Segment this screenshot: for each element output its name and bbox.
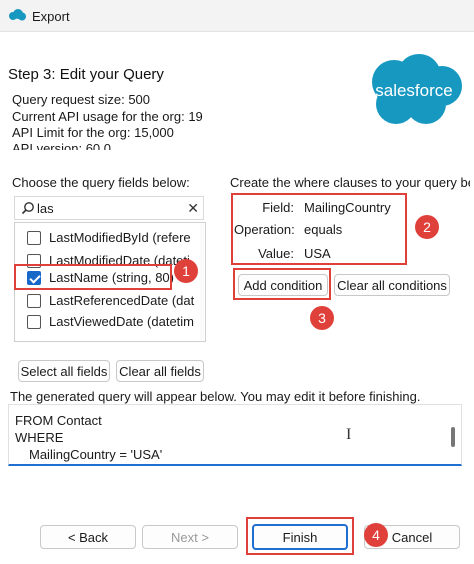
field-checkbox[interactable] [27, 294, 41, 308]
text-cursor-icon: I [346, 426, 352, 443]
value-input[interactable]: USA [302, 244, 464, 264]
field-checkbox-checked[interactable] [27, 271, 41, 285]
info-api-version: API version: 60.0 [12, 141, 111, 150]
logo-text: salesforce [375, 81, 452, 100]
finish-button[interactable]: Finish [252, 524, 348, 550]
field-checkbox[interactable] [27, 315, 41, 329]
field-item-label: LastModifiedById (refere [49, 230, 191, 245]
fields-panel-label: Choose the query fields below: [12, 175, 190, 190]
query-line: WHERE [15, 430, 64, 445]
query-line: FROM Contact [15, 413, 102, 428]
annotation-badge-3: 3 [310, 306, 334, 330]
field-item-lastreferenceddate[interactable]: LastReferencedDate (dat [23, 290, 201, 312]
field-list[interactable]: LastModifiedById (refere LastModifiedDat… [14, 222, 206, 342]
annotation-badge-1: 1 [174, 259, 198, 283]
field-item-lastvieweddate[interactable]: LastViewedDate (datetim [23, 311, 201, 333]
field-item-label: LastName (string, 80) [49, 270, 174, 285]
field-item-label: LastModifiedDate (dateti [49, 253, 190, 268]
value-text: USA [304, 246, 331, 261]
field-checkbox[interactable] [27, 254, 41, 268]
info-api-usage: Current API usage for the org: 19 [12, 109, 203, 124]
field-search-input[interactable] [37, 200, 187, 217]
search-icon [21, 202, 34, 215]
back-button[interactable]: < Back [40, 525, 136, 549]
org-info: Query request size: 500 Current API usag… [0, 88, 360, 150]
field-list-scrollbar[interactable] [200, 224, 204, 340]
info-request-size: Query request size: 500 [12, 92, 151, 107]
salesforce-logo-cloud-icon: salesforce [372, 54, 462, 124]
query-scrollbar-thumb[interactable] [451, 427, 455, 447]
add-condition-button[interactable]: Add condition [238, 274, 328, 296]
title-bar: Export [0, 0, 474, 32]
field-item-label: LastReferencedDate (dat [49, 293, 195, 308]
info-api-limit: API Limit for the org: 15,000 [12, 125, 174, 140]
operation-select[interactable]: equals [302, 220, 464, 240]
clear-all-fields-button[interactable]: Clear all fields [116, 360, 204, 382]
field-item-label: LastViewedDate (datetim [49, 314, 195, 329]
step-title: Step 3: Edit your Query [8, 66, 164, 83]
clear-search-icon[interactable]: ✕ [187, 200, 199, 217]
field-label: Field: [262, 200, 294, 215]
select-all-fields-button[interactable]: Select all fields [18, 360, 110, 382]
field-checkbox[interactable] [27, 231, 41, 245]
clear-all-conditions-button[interactable]: Clear all conditions [334, 274, 450, 296]
window-title: Export [32, 9, 70, 24]
field-value-input[interactable]: MailingCountry [302, 198, 464, 218]
value-label: Value: [258, 246, 294, 261]
next-button[interactable]: Next > [142, 525, 238, 549]
annotation-badge-2: 2 [415, 215, 439, 239]
field-search-box[interactable]: ✕ [14, 196, 204, 220]
field-item-lastmodifiedbyid[interactable]: LastModifiedById (refere [23, 227, 201, 249]
query-textarea[interactable]: FROM Contact WHERE MailingCountry = 'USA… [8, 404, 462, 466]
salesforce-cloud-icon [9, 9, 26, 21]
field-value-text: MailingCountry [304, 200, 391, 215]
operation-value-text: equals [304, 222, 343, 237]
operation-label: Operation: [234, 222, 295, 237]
query-label: The generated query will appear below. Y… [10, 389, 421, 404]
where-panel-label: Create the where clauses to your query b… [230, 175, 470, 190]
query-line: MailingCountry = 'USA' [29, 447, 163, 462]
annotation-badge-4: 4 [364, 523, 388, 547]
salesforce-logo: salesforce [364, 52, 464, 128]
